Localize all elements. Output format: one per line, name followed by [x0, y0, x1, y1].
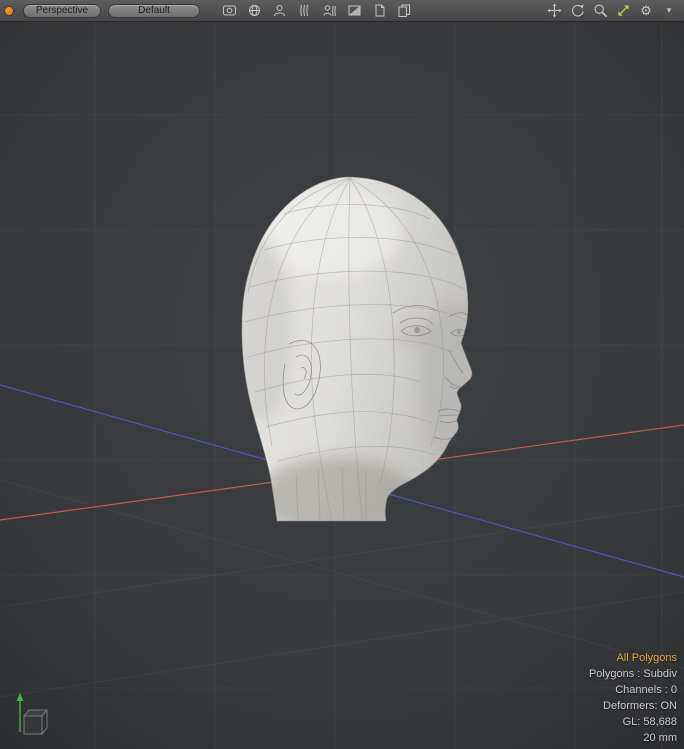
- orbit-icon[interactable]: [569, 3, 585, 18]
- viewport-menu-dot[interactable]: [5, 7, 13, 15]
- nav-icon-group: ⚙ ▾: [546, 3, 677, 18]
- modeling-app-viewport: Perspective Default: [0, 0, 684, 749]
- shaded-square-icon[interactable]: [346, 3, 362, 18]
- perspective-dropdown[interactable]: Perspective: [23, 4, 101, 18]
- bust-icon[interactable]: [271, 3, 287, 18]
- viewport-3d[interactable]: All Polygons Polygons : Subdiv Channels …: [0, 22, 684, 749]
- pages-icon[interactable]: [396, 3, 412, 18]
- geometry-type-label: Polygons : Subdiv: [589, 666, 677, 682]
- selection-mode-label: All Polygons: [589, 650, 677, 666]
- pan-icon[interactable]: [546, 3, 562, 18]
- fit-maximize-icon[interactable]: [615, 3, 631, 18]
- hatch-lines-icon[interactable]: [296, 3, 312, 18]
- display-icon-group: [221, 3, 412, 18]
- page-icon[interactable]: [371, 3, 387, 18]
- zoom-icon[interactable]: [592, 3, 608, 18]
- shading-style-dropdown[interactable]: Default: [108, 4, 200, 18]
- gear-icon[interactable]: ⚙: [638, 3, 654, 18]
- viewport-info: All Polygons Polygons : Subdiv Channels …: [589, 650, 677, 746]
- bust-hatch-icon[interactable]: [321, 3, 337, 18]
- more-options-icon[interactable]: ▾: [661, 3, 677, 18]
- wireframe-globe-icon[interactable]: [246, 3, 262, 18]
- deformers-label: Deformers: ON: [589, 698, 677, 714]
- grid-size-label: 20 mm: [589, 730, 677, 746]
- camera-icon[interactable]: [221, 3, 237, 18]
- channels-label: Channels : 0: [589, 682, 677, 698]
- viewport-toolbar: Perspective Default: [0, 0, 684, 22]
- gl-count-label: GL: 58,688: [589, 714, 677, 730]
- scene-canvas[interactable]: [0, 22, 684, 749]
